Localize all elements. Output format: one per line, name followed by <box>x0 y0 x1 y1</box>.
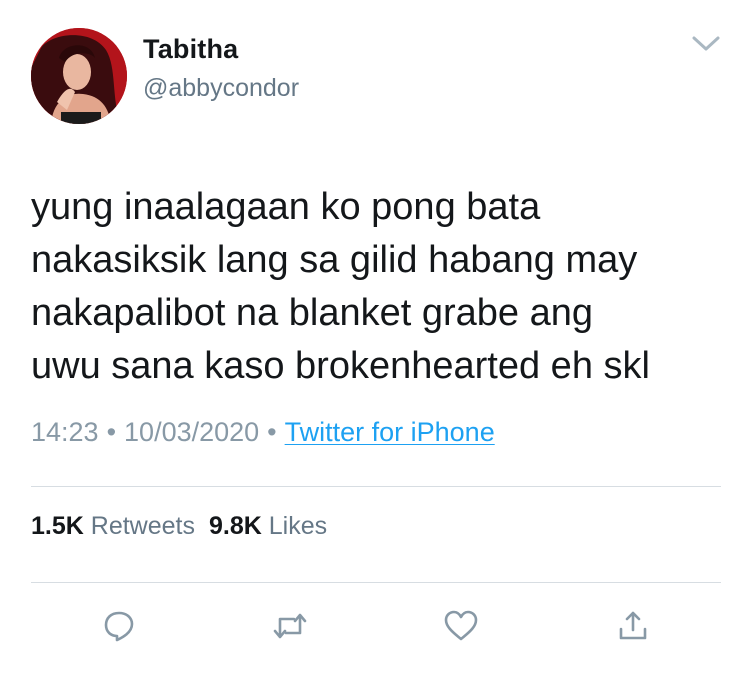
likes-count: 9.8K <box>208 512 262 540</box>
divider <box>31 582 721 583</box>
display-name[interactable]: Tabitha <box>143 34 238 65</box>
share-button[interactable] <box>615 608 651 644</box>
meta-separator: • <box>267 417 277 447</box>
tweet-stats: 1.5K Retweets 9.8K Likes <box>31 512 327 541</box>
retweets-count: 1.5K <box>31 512 84 540</box>
likes-label: Likes <box>268 512 328 540</box>
avatar[interactable] <box>31 28 127 124</box>
chevron-down-icon[interactable] <box>688 30 724 58</box>
tweet-meta: 14:23 • 10/03/2020 • Twitter for iPhone <box>31 417 495 448</box>
divider <box>31 486 721 487</box>
tweet-detail: Tabitha @abbycondor yung inaalagaan ko p… <box>0 0 750 674</box>
tweet-source-link[interactable]: Twitter for iPhone <box>285 417 495 447</box>
tweet-date: 10/03/2020 <box>124 417 260 447</box>
retweets-label: Retweets <box>90 512 195 540</box>
like-button[interactable] <box>443 608 479 644</box>
heart-icon <box>444 610 478 641</box>
user-handle[interactable]: @abbycondor <box>143 74 299 103</box>
reply-button[interactable] <box>101 608 137 644</box>
tweet-text: yung inaalagaan ko pong bata nakasiksik … <box>31 186 650 387</box>
meta-separator: • <box>106 417 117 447</box>
likes-stat[interactable]: 9.8K Likes <box>209 512 327 540</box>
reply-icon <box>104 611 134 642</box>
retweets-stat[interactable]: 1.5K Retweets <box>31 512 195 540</box>
retweet-icon <box>273 613 307 639</box>
retweet-button[interactable] <box>272 608 308 644</box>
share-icon <box>619 611 647 640</box>
avatar-image <box>31 28 127 124</box>
tweet-time: 14:23 <box>31 417 99 447</box>
